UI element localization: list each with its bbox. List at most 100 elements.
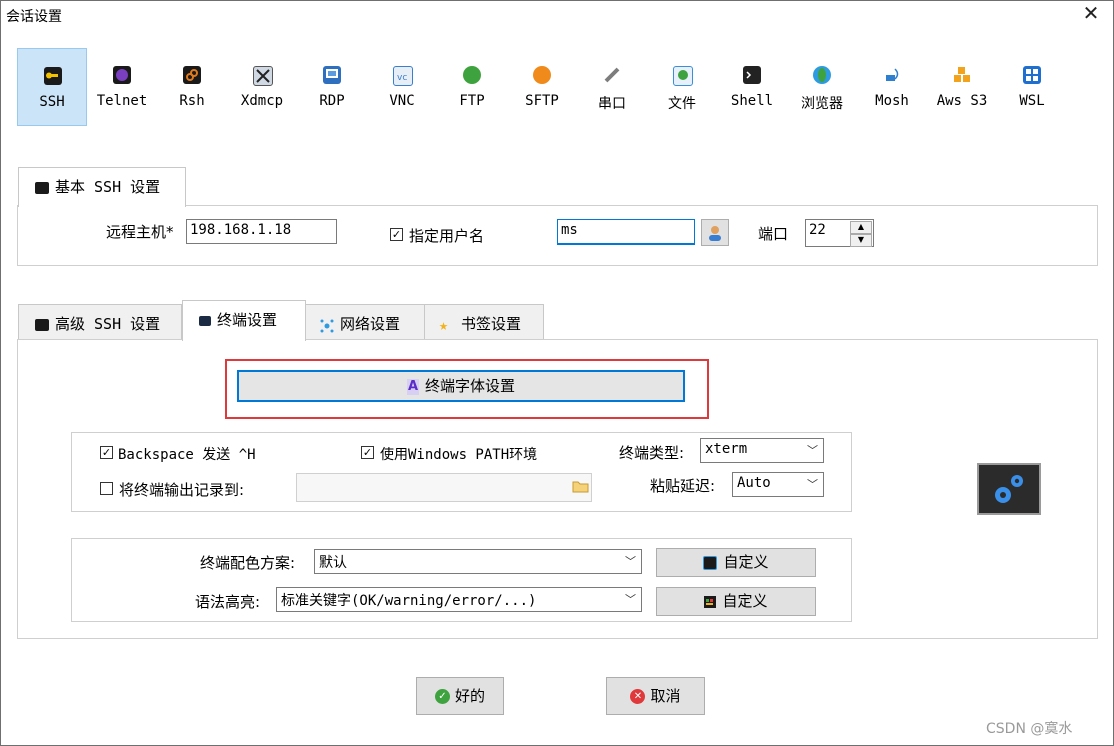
session-type-xdmcp[interactable]: Xdmcp (227, 48, 297, 126)
session-type-sftp[interactable]: SFTP (507, 48, 577, 126)
session-type-wsl[interactable]: WSL (997, 48, 1067, 126)
palette-icon (703, 555, 718, 570)
check-icon: ✓ (434, 689, 450, 704)
tab-bookmark-settings[interactable]: ★ 书签设置 (424, 304, 544, 340)
chevron-down-icon: ﹀ (807, 478, 818, 491)
session-type-label: 文件 (668, 96, 696, 112)
session-type-label: 串口 (598, 96, 626, 112)
select-value: 标准关键字(OK/warning/error/...) (281, 593, 537, 609)
session-type-label: FTP (459, 93, 485, 109)
backspace-label: Backspace 发送 ^H (118, 447, 256, 463)
advanced-settings-button[interactable] (977, 463, 1041, 515)
rdp-icon (323, 66, 341, 84)
cancel-button[interactable]: ✕ 取消 (606, 677, 705, 715)
remote-host-label: 远程主机* (106, 223, 174, 241)
button-label: 终端字体设置 (424, 377, 515, 395)
session-type-ssh[interactable]: SSH (17, 48, 87, 126)
customize-color-button[interactable]: 自定义 (656, 548, 816, 577)
session-type-serial[interactable]: 串口 (577, 48, 647, 126)
log-output-checkbox[interactable] (100, 482, 113, 495)
session-type-label: SSH (39, 94, 65, 110)
log-path-input[interactable] (296, 473, 592, 502)
paste-delay-select[interactable]: Auto ﹀ (732, 472, 824, 497)
chevron-down-icon: ﹀ (625, 555, 636, 568)
xdmcp-icon (253, 66, 273, 86)
tab-label: 高级 SSH 设置 (55, 315, 161, 333)
select-value: Auto (737, 475, 771, 491)
session-type-mosh[interactable]: Mosh (857, 48, 927, 126)
button-label: 自定义 (722, 592, 768, 610)
term-type-label: 终端类型: (619, 444, 685, 462)
syntax-highlight-label: 语法高亮: (195, 593, 261, 611)
serial-icon (603, 66, 621, 84)
session-type-label: SFTP (525, 93, 559, 109)
cancel-icon: ✕ (630, 689, 646, 704)
log-output-label: 将终端输出记录到: (119, 481, 245, 499)
customize-syntax-button[interactable]: 自定义 (656, 587, 816, 616)
session-type-telnet[interactable]: Telnet (87, 48, 157, 126)
session-type-ftp[interactable]: FTP (437, 48, 507, 126)
port-spinner[interactable]: ▲ ▼ (850, 221, 872, 247)
session-type-rsh[interactable]: Rsh (157, 48, 227, 126)
session-type-label: VNC (389, 93, 415, 109)
specify-user-checkbox[interactable]: ✓ (390, 228, 403, 241)
spin-up-icon[interactable]: ▲ (850, 221, 872, 234)
session-type-label: Xdmcp (240, 93, 284, 109)
user-icon (709, 226, 721, 241)
session-type-vnc[interactable]: vc VNC (367, 48, 437, 126)
file-icon (673, 66, 693, 86)
select-value: 默认 (319, 555, 347, 571)
session-type-aws-s3[interactable]: Aws S3 (927, 48, 997, 126)
term-type-select[interactable]: xterm ﹀ (700, 438, 824, 463)
tab-network-settings[interactable]: 网络设置 (305, 304, 425, 340)
shell-icon (743, 66, 761, 84)
mosh-icon (883, 66, 901, 84)
user-picker-button[interactable] (701, 219, 729, 246)
session-type-shell[interactable]: Shell (717, 48, 787, 126)
session-type-label: Aws S3 (936, 93, 988, 109)
terminal-icon (199, 315, 211, 326)
username-input[interactable]: ms (557, 219, 695, 245)
port-label: 端口 (758, 225, 789, 243)
session-type-label: Telnet (96, 93, 148, 109)
svg-text:vc: vc (397, 73, 407, 83)
session-type-label: Mosh (875, 93, 909, 109)
session-type-file[interactable]: 文件 (647, 48, 717, 126)
button-label: 自定义 (723, 553, 769, 571)
backspace-checkbox[interactable]: ✓ (100, 446, 113, 459)
tab-label: 网络设置 (340, 315, 401, 333)
watermark: CSDN @寞水 (986, 721, 1073, 737)
rsh-icon (183, 66, 201, 84)
syntax-highlight-select[interactable]: 标准关键字(OK/warning/error/...) ﹀ (276, 587, 642, 612)
tab-label: 终端设置 (217, 311, 278, 329)
tab-basic-ssh[interactable]: 基本 SSH 设置 (18, 167, 186, 207)
session-type-label: Rsh (179, 93, 205, 109)
tab-advanced-ssh[interactable]: 高级 SSH 设置 (18, 304, 182, 340)
font-icon: A (406, 378, 419, 395)
session-type-label: 浏览器 (801, 96, 843, 112)
star-icon: ★ (439, 315, 449, 334)
tab-terminal-settings[interactable]: 终端设置 (182, 300, 306, 341)
remote-host-input[interactable]: 198.168.1.18 (186, 219, 337, 244)
session-type-browser[interactable]: 浏览器 (787, 48, 857, 126)
chevron-down-icon: ﹀ (807, 444, 818, 457)
windows-path-label: 使用Windows PATH环境 (380, 447, 538, 463)
color-scheme-select[interactable]: 默认 ﹀ (314, 549, 642, 574)
windows-path-checkbox[interactable]: ✓ (361, 446, 374, 459)
tab-label: 基本 SSH 设置 (55, 178, 161, 196)
session-type-rdp[interactable]: RDP (297, 48, 367, 126)
session-type-label: RDP (319, 93, 345, 109)
color-scheme-label: 终端配色方案: (200, 554, 296, 572)
ftp-icon (463, 66, 481, 84)
select-value: xterm (705, 441, 748, 457)
terminal-font-button[interactable]: A 终端字体设置 (237, 370, 685, 402)
browser-icon (813, 66, 831, 84)
tab-label: 书签设置 (461, 315, 522, 333)
session-type-label: Shell (730, 93, 774, 109)
vnc-icon: vc (393, 66, 413, 86)
ok-button[interactable]: ✓ 好的 (416, 677, 504, 715)
spin-down-icon[interactable]: ▼ (850, 234, 872, 247)
folder-icon[interactable] (572, 479, 589, 493)
key-icon (44, 67, 62, 85)
telnet-icon (113, 66, 131, 84)
